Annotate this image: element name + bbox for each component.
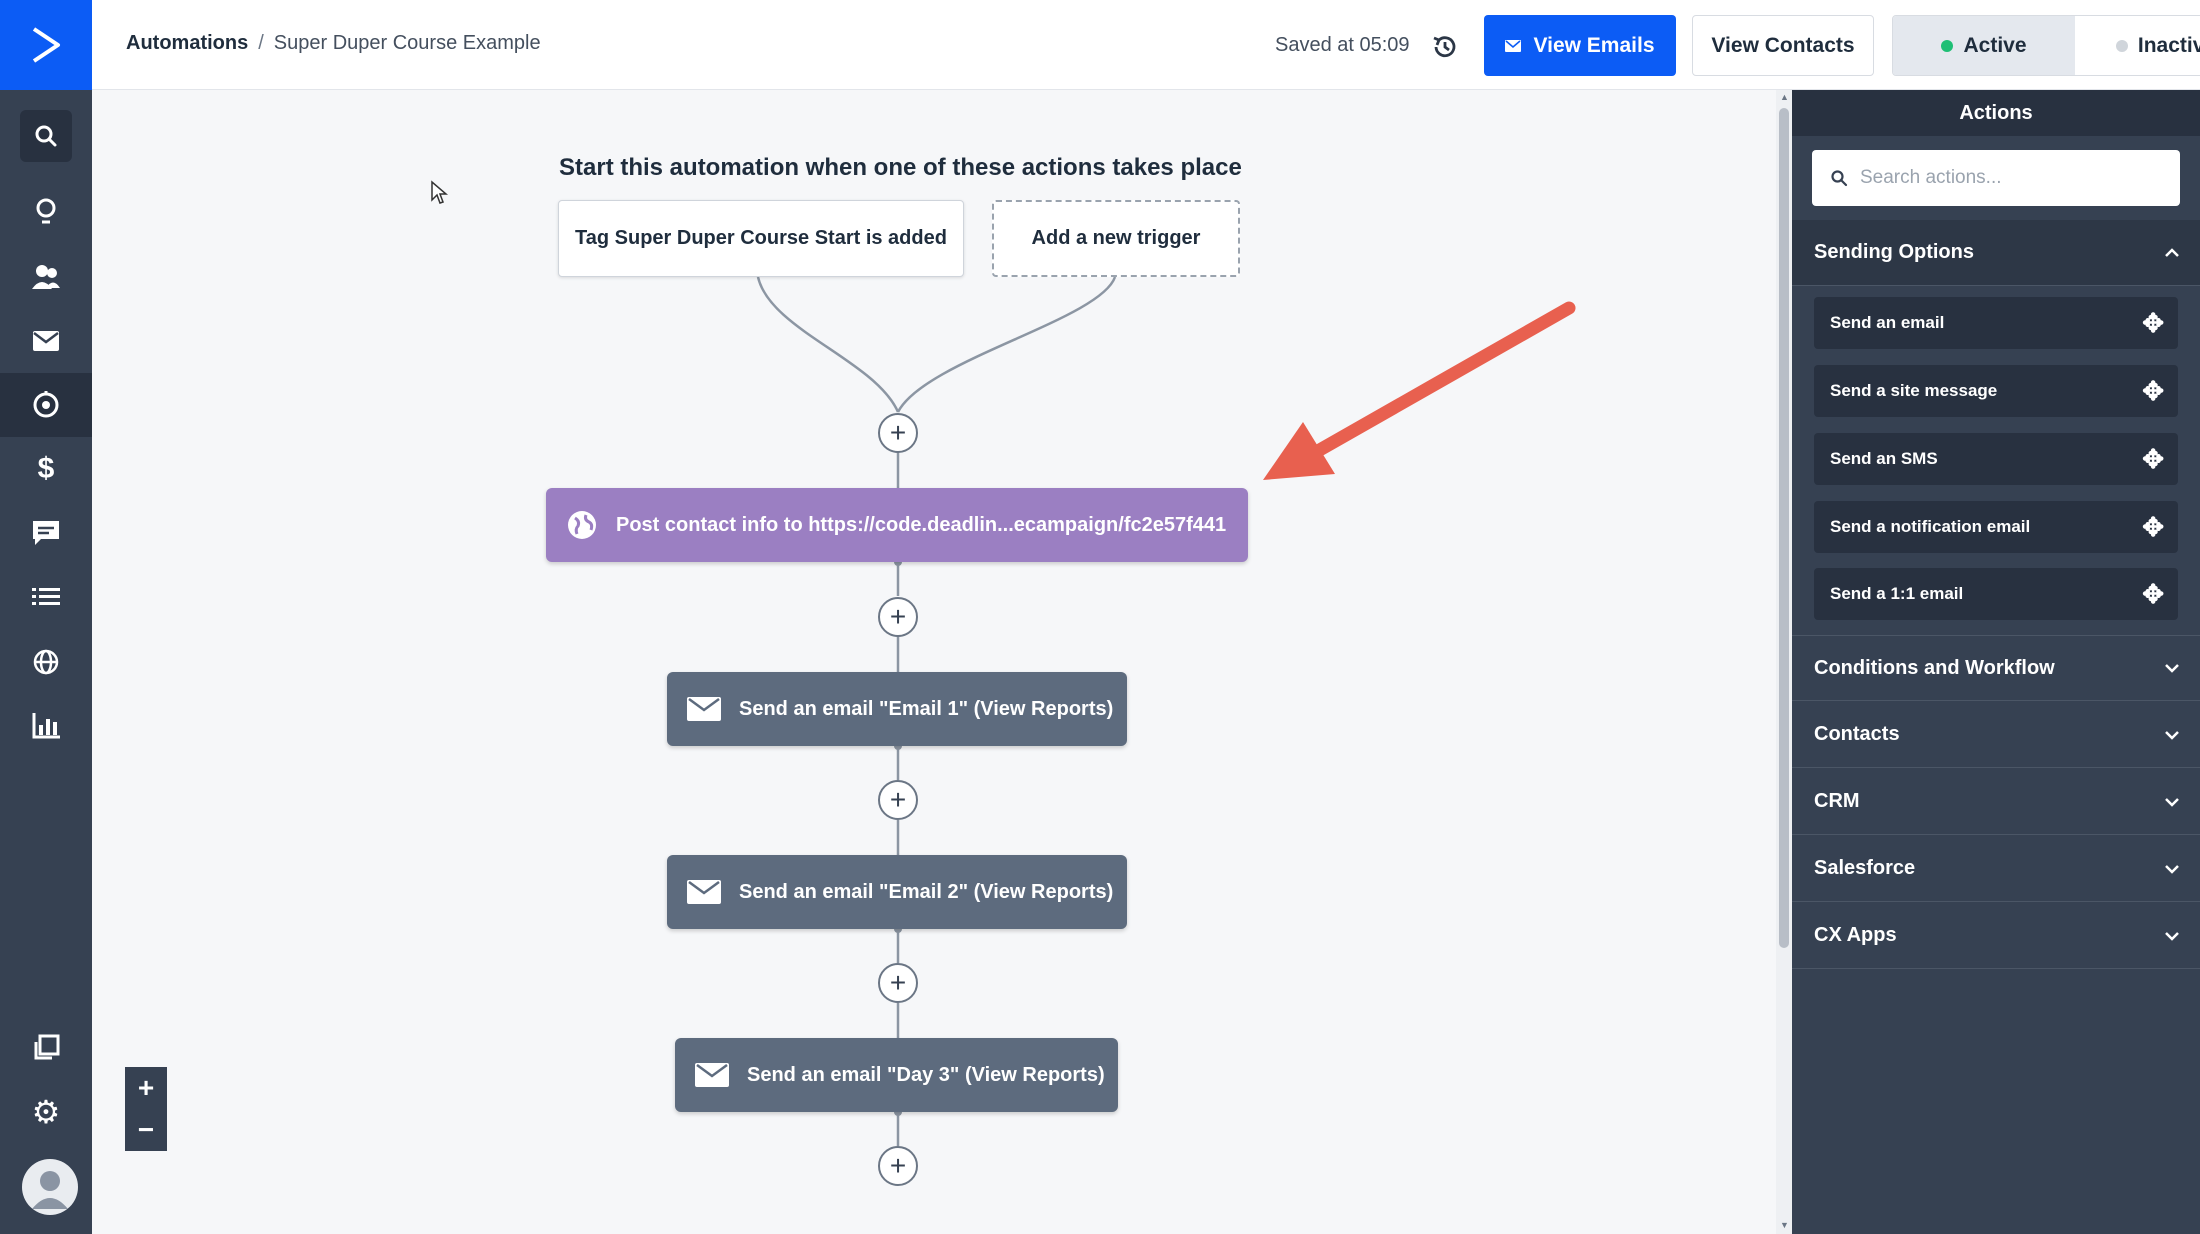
scroll-down-arrow-icon[interactable]: ▼ bbox=[1780, 1220, 1789, 1230]
action-label: Send a site message bbox=[1830, 381, 1998, 400]
add-trigger-button[interactable]: Add a new trigger bbox=[992, 200, 1240, 277]
webhook-node-label: Post contact info to https://code.deadli… bbox=[616, 513, 1227, 536]
section-label: CX Apps bbox=[1814, 924, 1897, 946]
active-label: Active bbox=[1963, 33, 2027, 57]
drag-move-icon[interactable]: ✥ bbox=[2142, 512, 2164, 543]
actions-panel: Actions Search actions... Sending Option… bbox=[1792, 90, 2200, 1234]
email-node[interactable]: Send an email "Email 2" (View Reports) bbox=[667, 855, 1127, 929]
trigger-tag-added[interactable]: Tag Super Duper Course Start is added bbox=[558, 200, 964, 277]
chevron-down-icon bbox=[2165, 931, 2179, 941]
actions-panel-title: Actions bbox=[1792, 90, 2200, 136]
action-label: Send a 1:1 email bbox=[1830, 584, 1964, 603]
chevron-down-icon bbox=[2165, 730, 2179, 740]
annotation-arrow bbox=[1263, 301, 1576, 480]
add-step-button[interactable]: + bbox=[878, 597, 918, 637]
section-label: Conditions and Workflow bbox=[1814, 656, 2055, 679]
action-send-notification-email[interactable]: Send a notification email ✥ bbox=[1814, 501, 2178, 553]
section-cx-apps[interactable]: CX Apps bbox=[1792, 903, 2200, 969]
scrollbar-thumb[interactable] bbox=[1779, 108, 1789, 948]
section-label: CRM bbox=[1814, 790, 1860, 812]
active-option[interactable]: Active bbox=[1893, 16, 2075, 75]
webhook-node[interactable]: Post contact info to https://code.deadli… bbox=[546, 488, 1248, 562]
drag-move-icon[interactable]: ✥ bbox=[2142, 376, 2164, 407]
action-send-email[interactable]: Send an email ✥ bbox=[1814, 297, 2178, 349]
section-contacts[interactable]: Contacts bbox=[1792, 702, 2200, 768]
envelope-icon bbox=[695, 1063, 729, 1087]
drag-move-icon[interactable]: ✥ bbox=[2142, 308, 2164, 339]
canvas-scrollbar[interactable]: ▲ ▼ bbox=[1776, 90, 1792, 1234]
inactive-label: Inactive bbox=[2137, 33, 2200, 57]
add-step-button[interactable]: + bbox=[878, 780, 918, 820]
action-label: Send a notification email bbox=[1830, 517, 2031, 536]
webhook-globe-icon bbox=[568, 511, 596, 539]
add-step-button[interactable]: + bbox=[878, 1146, 918, 1186]
chevron-down-icon bbox=[2165, 797, 2179, 807]
status-toggle: Active Inactive bbox=[1892, 15, 2200, 76]
add-step-button[interactable]: + bbox=[878, 963, 918, 1003]
chevron-down-icon bbox=[2165, 664, 2179, 673]
inactive-option[interactable]: Inactive bbox=[2075, 16, 2200, 75]
drag-move-icon[interactable]: ✥ bbox=[2142, 444, 2164, 475]
zoom-out-button[interactable]: − bbox=[125, 1109, 167, 1151]
actions-search-input[interactable]: Search actions... bbox=[1812, 150, 2180, 206]
action-label: Send an SMS bbox=[1830, 449, 1938, 468]
add-step-button[interactable]: + bbox=[878, 413, 918, 453]
section-sending-options[interactable]: Sending Options bbox=[1792, 220, 2200, 286]
section-crm[interactable]: CRM bbox=[1792, 769, 2200, 835]
active-dot bbox=[1941, 39, 1954, 52]
inactive-dot bbox=[2115, 39, 2128, 52]
email-node[interactable]: Send an email "Email 1" (View Reports) bbox=[667, 672, 1127, 746]
drag-move-icon[interactable]: ✥ bbox=[2142, 579, 2164, 610]
action-label: Send an email bbox=[1830, 313, 1945, 332]
mouse-cursor-icon bbox=[431, 180, 448, 204]
search-icon bbox=[1831, 170, 1848, 187]
zoom-in-button[interactable]: + bbox=[125, 1067, 167, 1109]
email-node[interactable]: Send an email "Day 3" (View Reports) bbox=[675, 1038, 1118, 1112]
section-label: Salesforce bbox=[1814, 857, 1916, 879]
email-node-label: Send an email "Email 2" (View Reports) bbox=[739, 880, 1114, 903]
section-conditions-workflow[interactable]: Conditions and Workflow bbox=[1792, 635, 2200, 701]
action-send-1-1-email[interactable]: Send a 1:1 email ✥ bbox=[1814, 568, 2178, 620]
chevron-up-icon bbox=[2165, 247, 2179, 257]
email-node-label: Send an email "Email 1" (View Reports) bbox=[739, 697, 1114, 720]
scroll-up-arrow-icon[interactable]: ▲ bbox=[1780, 92, 1789, 102]
section-salesforce[interactable]: Salesforce bbox=[1792, 836, 2200, 902]
section-label: Contacts bbox=[1814, 723, 1900, 745]
envelope-icon bbox=[687, 697, 721, 721]
start-title: Start this automation when one of these … bbox=[559, 154, 1242, 181]
envelope-icon bbox=[687, 880, 721, 904]
section-label: Sending Options bbox=[1814, 241, 1974, 263]
actions-search-placeholder: Search actions... bbox=[1860, 167, 2002, 188]
action-send-site-message[interactable]: Send a site message ✥ bbox=[1814, 365, 2178, 417]
action-send-sms[interactable]: Send an SMS ✥ bbox=[1814, 433, 2178, 485]
chevron-down-icon bbox=[2165, 864, 2179, 874]
email-node-label: Send an email "Day 3" (View Reports) bbox=[747, 1063, 1105, 1086]
